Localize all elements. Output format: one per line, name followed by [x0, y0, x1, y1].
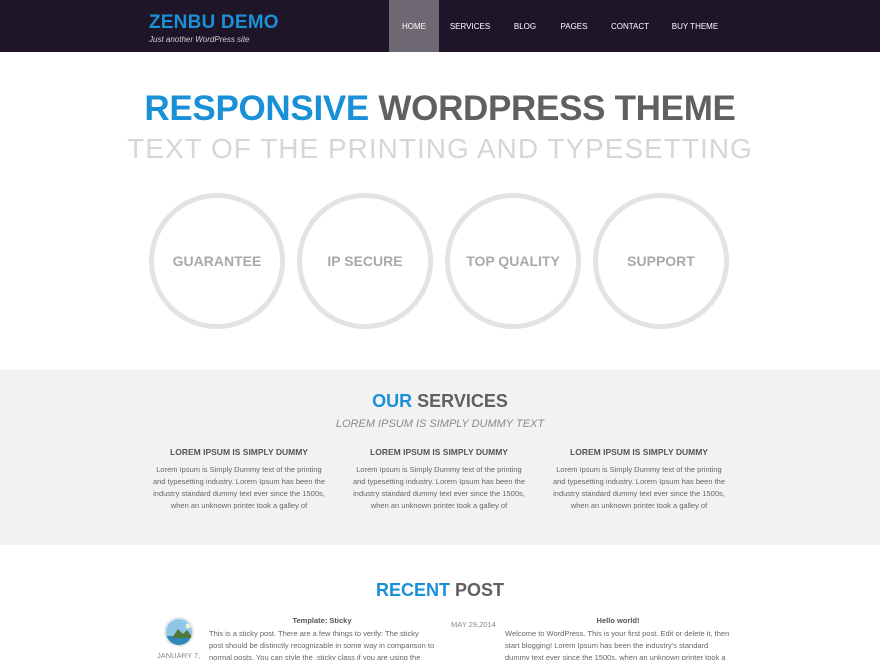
service-item: LOREM IPSUM IS SIMPLY DUMMY Lorem Ipsum …	[349, 447, 529, 512]
service-text: Lorem Ipsum is Simply Dummy text of the …	[352, 465, 526, 510]
site-header: ZENBU DEMO Just another WordPress site H…	[0, 0, 880, 52]
post-thumbnail[interactable]	[164, 617, 194, 647]
service-item: LOREM IPSUM IS SIMPLY DUMMY Lorem Ipsum …	[549, 447, 729, 512]
feature-circles: GUARANTEE IP SECURE TOP QUALITY SUPPORT	[149, 193, 729, 329]
recent-title-accent: RECENT	[375, 580, 450, 600]
site-title[interactable]: ZENBU DEMO	[149, 13, 279, 33]
nav-services[interactable]: SERVICES	[439, 0, 501, 52]
nav-home[interactable]: HOME	[389, 0, 439, 52]
recent-title-rest: POST	[455, 580, 505, 600]
post-excerpt: This is a sticky post. There are a few t…	[209, 629, 435, 660]
site-logo[interactable]: ZENBU DEMO Just another WordPress site	[149, 13, 279, 45]
post-excerpt: Welcome to WordPress. This is your first…	[505, 629, 730, 660]
nav-contact[interactable]: CONTACT	[599, 0, 661, 52]
services-subtitle: LOREM IPSUM IS SIMPLY DUMMY TEXT	[335, 418, 545, 430]
service-text: Lorem Ipsum is Simply Dummy text of the …	[152, 465, 326, 510]
hero-title-rest: WORDPRESS THEME	[378, 89, 736, 128]
recent-post-title: RECENT POST	[0, 580, 880, 601]
post-date: MAY 29,2014	[451, 620, 496, 629]
service-item: LOREM IPSUM IS SIMPLY DUMMY Lorem Ipsum …	[149, 447, 329, 512]
site-tagline: Just another WordPress site	[149, 35, 250, 44]
feature-guarantee: GUARANTEE	[149, 193, 285, 329]
main-nav: HOME SERVICES BLOG PAGES CONTACT BUY THE…	[389, 0, 729, 52]
services-title: OUR SERVICES	[0, 391, 880, 412]
hero-title: RESPONSIVE WORDPRESS THEME	[0, 88, 880, 130]
post-date: JANUARY 7,	[157, 651, 201, 660]
post-title[interactable]: Hello world!	[505, 616, 731, 625]
hero-title-accent: RESPONSIVE	[144, 89, 369, 128]
services-title-accent: OUR	[372, 391, 413, 411]
landscape-image-icon	[166, 619, 192, 645]
service-heading: LOREM IPSUM IS SIMPLY DUMMY	[570, 447, 708, 457]
services-title-rest: SERVICES	[417, 391, 508, 411]
feature-support: SUPPORT	[593, 193, 729, 329]
nav-pages[interactable]: PAGES	[549, 0, 599, 52]
feature-ip-secure: IP SECURE	[297, 193, 433, 329]
post-item: Hello world! Welcome to WordPress. This …	[505, 616, 731, 660]
nav-buy-theme[interactable]: BUY THEME	[661, 0, 729, 52]
service-heading: LOREM IPSUM IS SIMPLY DUMMY	[370, 447, 508, 457]
service-text: Lorem Ipsum is Simply Dummy text of the …	[552, 465, 726, 510]
nav-blog[interactable]: BLOG	[501, 0, 549, 52]
feature-top-quality: TOP QUALITY	[445, 193, 581, 329]
post-title[interactable]: Template: Sticky	[209, 616, 435, 625]
post-item: Template: Sticky This is a sticky post. …	[209, 616, 435, 660]
service-heading: LOREM IPSUM IS SIMPLY DUMMY	[170, 447, 308, 457]
hero-subtitle: TEXT OF THE PRINTING AND TYPESETTING	[127, 133, 753, 164]
services-section: OUR SERVICES LOREM IPSUM IS SIMPLY DUMMY…	[0, 370, 880, 545]
